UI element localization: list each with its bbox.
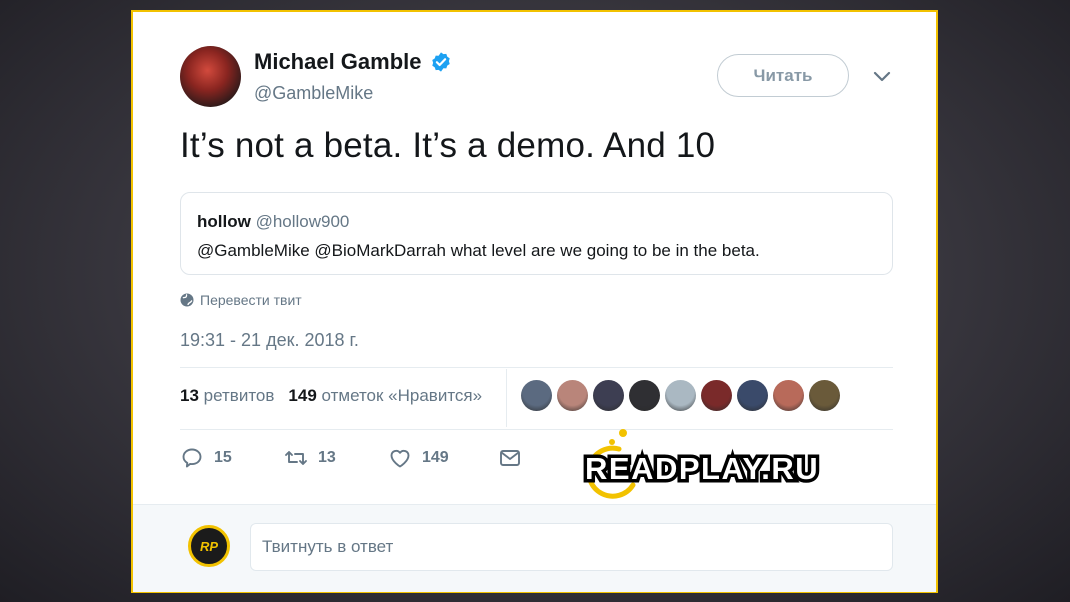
current-user-avatar: RP (188, 525, 230, 567)
readplay-watermark: READPLAY.RU (582, 429, 821, 499)
likes-stat[interactable]: 149 отметок «Нравится» (288, 386, 482, 406)
watermark-dot (609, 439, 615, 445)
tweet-actions: 15 13 149 (180, 446, 522, 470)
reply-composer: RP Твитнуть в ответ (133, 504, 936, 592)
liker-avatar[interactable] (665, 380, 696, 411)
liker-avatar[interactable] (737, 380, 768, 411)
quoted-author-name: hollow (197, 212, 251, 231)
liker-avatars (521, 380, 840, 411)
like-count: 149 (422, 449, 449, 466)
liker-avatar[interactable] (629, 380, 660, 411)
liker-avatar[interactable] (809, 380, 840, 411)
retweet-icon (285, 451, 307, 465)
quoted-tweet-text: @GambleMike @BioMarkDarrah what level ar… (197, 241, 760, 260)
retweet-count: 13 (318, 449, 336, 466)
quoted-tweet-header: hollow @hollow900 (197, 212, 349, 232)
retweet-action[interactable]: 13 (284, 446, 388, 470)
liker-avatar[interactable] (773, 380, 804, 411)
direct-message-action[interactable] (498, 446, 522, 470)
translate-tweet-link[interactable]: Перевести твит (180, 292, 302, 308)
reply-count: 15 (214, 449, 232, 466)
chevron-down-icon[interactable] (873, 70, 891, 84)
author-handle[interactable]: @GambleMike (254, 83, 373, 104)
verified-badge-icon (431, 52, 450, 72)
liker-avatar[interactable] (521, 380, 552, 411)
translate-label[interactable]: Перевести твит (200, 292, 302, 308)
like-action[interactable]: 149 (388, 446, 498, 470)
retweets-stat[interactable]: 13 ретвитов (180, 386, 274, 406)
reply-input[interactable]: Твитнуть в ответ (250, 523, 893, 571)
avatar-initials: RP (199, 538, 219, 554)
watermark-text: READPLAY.RU (585, 451, 819, 486)
globe-icon (180, 293, 194, 307)
tweet-stats: 13 ретвитов 149 отметок «Нравится» (180, 386, 482, 406)
retweets-count: 13 (180, 386, 199, 405)
heart-icon (390, 449, 410, 468)
follow-button[interactable]: Читать (717, 54, 849, 97)
liker-avatar[interactable] (593, 380, 624, 411)
retweets-label: ретвитов (203, 386, 275, 405)
likes-label: отметок «Нравится» (321, 386, 483, 405)
author-name[interactable]: Michael Gamble (254, 49, 422, 75)
quoted-tweet[interactable]: hollow @hollow900 @GambleMike @BioMarkDa… (180, 192, 893, 275)
reply-icon (182, 448, 202, 468)
author-name-row[interactable]: Michael Gamble (254, 49, 452, 75)
divider (180, 367, 893, 368)
envelope-icon (500, 450, 520, 466)
liker-avatar[interactable] (557, 380, 588, 411)
tweet-text: It’s not a beta. It’s a demo. And 10 (180, 126, 716, 165)
quoted-author-handle: @hollow900 (255, 212, 350, 231)
reply-action[interactable]: 15 (180, 446, 284, 470)
watermark-dot (619, 429, 627, 437)
stats-separator (506, 369, 507, 427)
liker-avatar[interactable] (701, 380, 732, 411)
tweet-card: Michael Gamble @GambleMike Читать It’s n… (131, 10, 938, 593)
likes-count: 149 (288, 386, 317, 405)
author-avatar[interactable] (180, 46, 241, 107)
tweet-timestamp[interactable]: 19:31 - 21 дек. 2018 г. (180, 330, 359, 351)
